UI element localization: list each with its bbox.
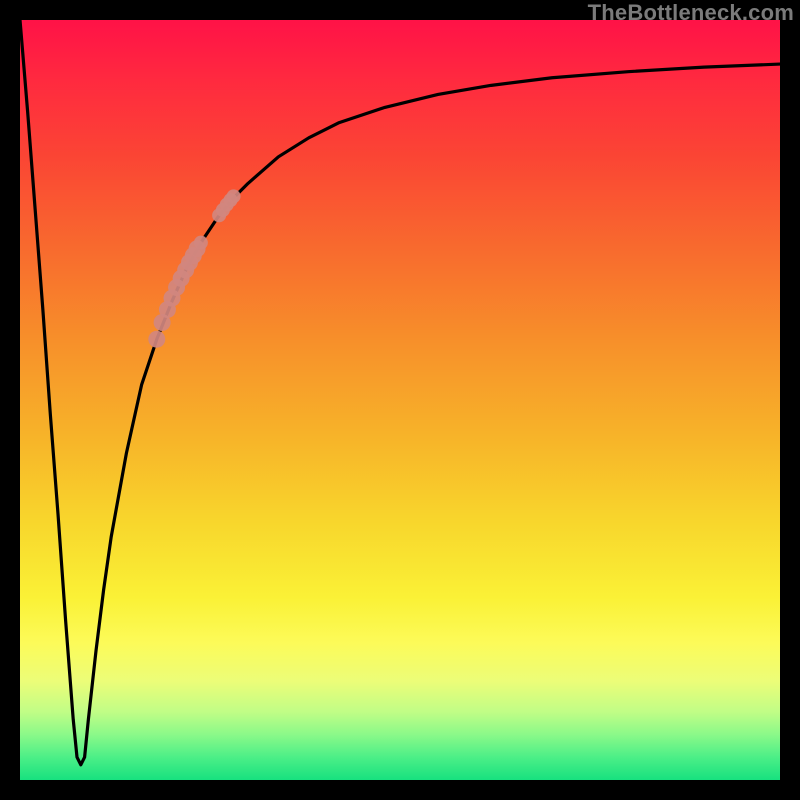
chart-frame: TheBottleneck.com — [0, 0, 800, 800]
curve-marker — [194, 236, 208, 250]
curve-marker — [227, 189, 241, 203]
curve-marker-group — [148, 189, 240, 347]
plot-area — [20, 20, 780, 780]
curve-marker — [148, 331, 165, 348]
curve-line — [20, 20, 780, 765]
bottleneck-curve — [20, 20, 780, 780]
